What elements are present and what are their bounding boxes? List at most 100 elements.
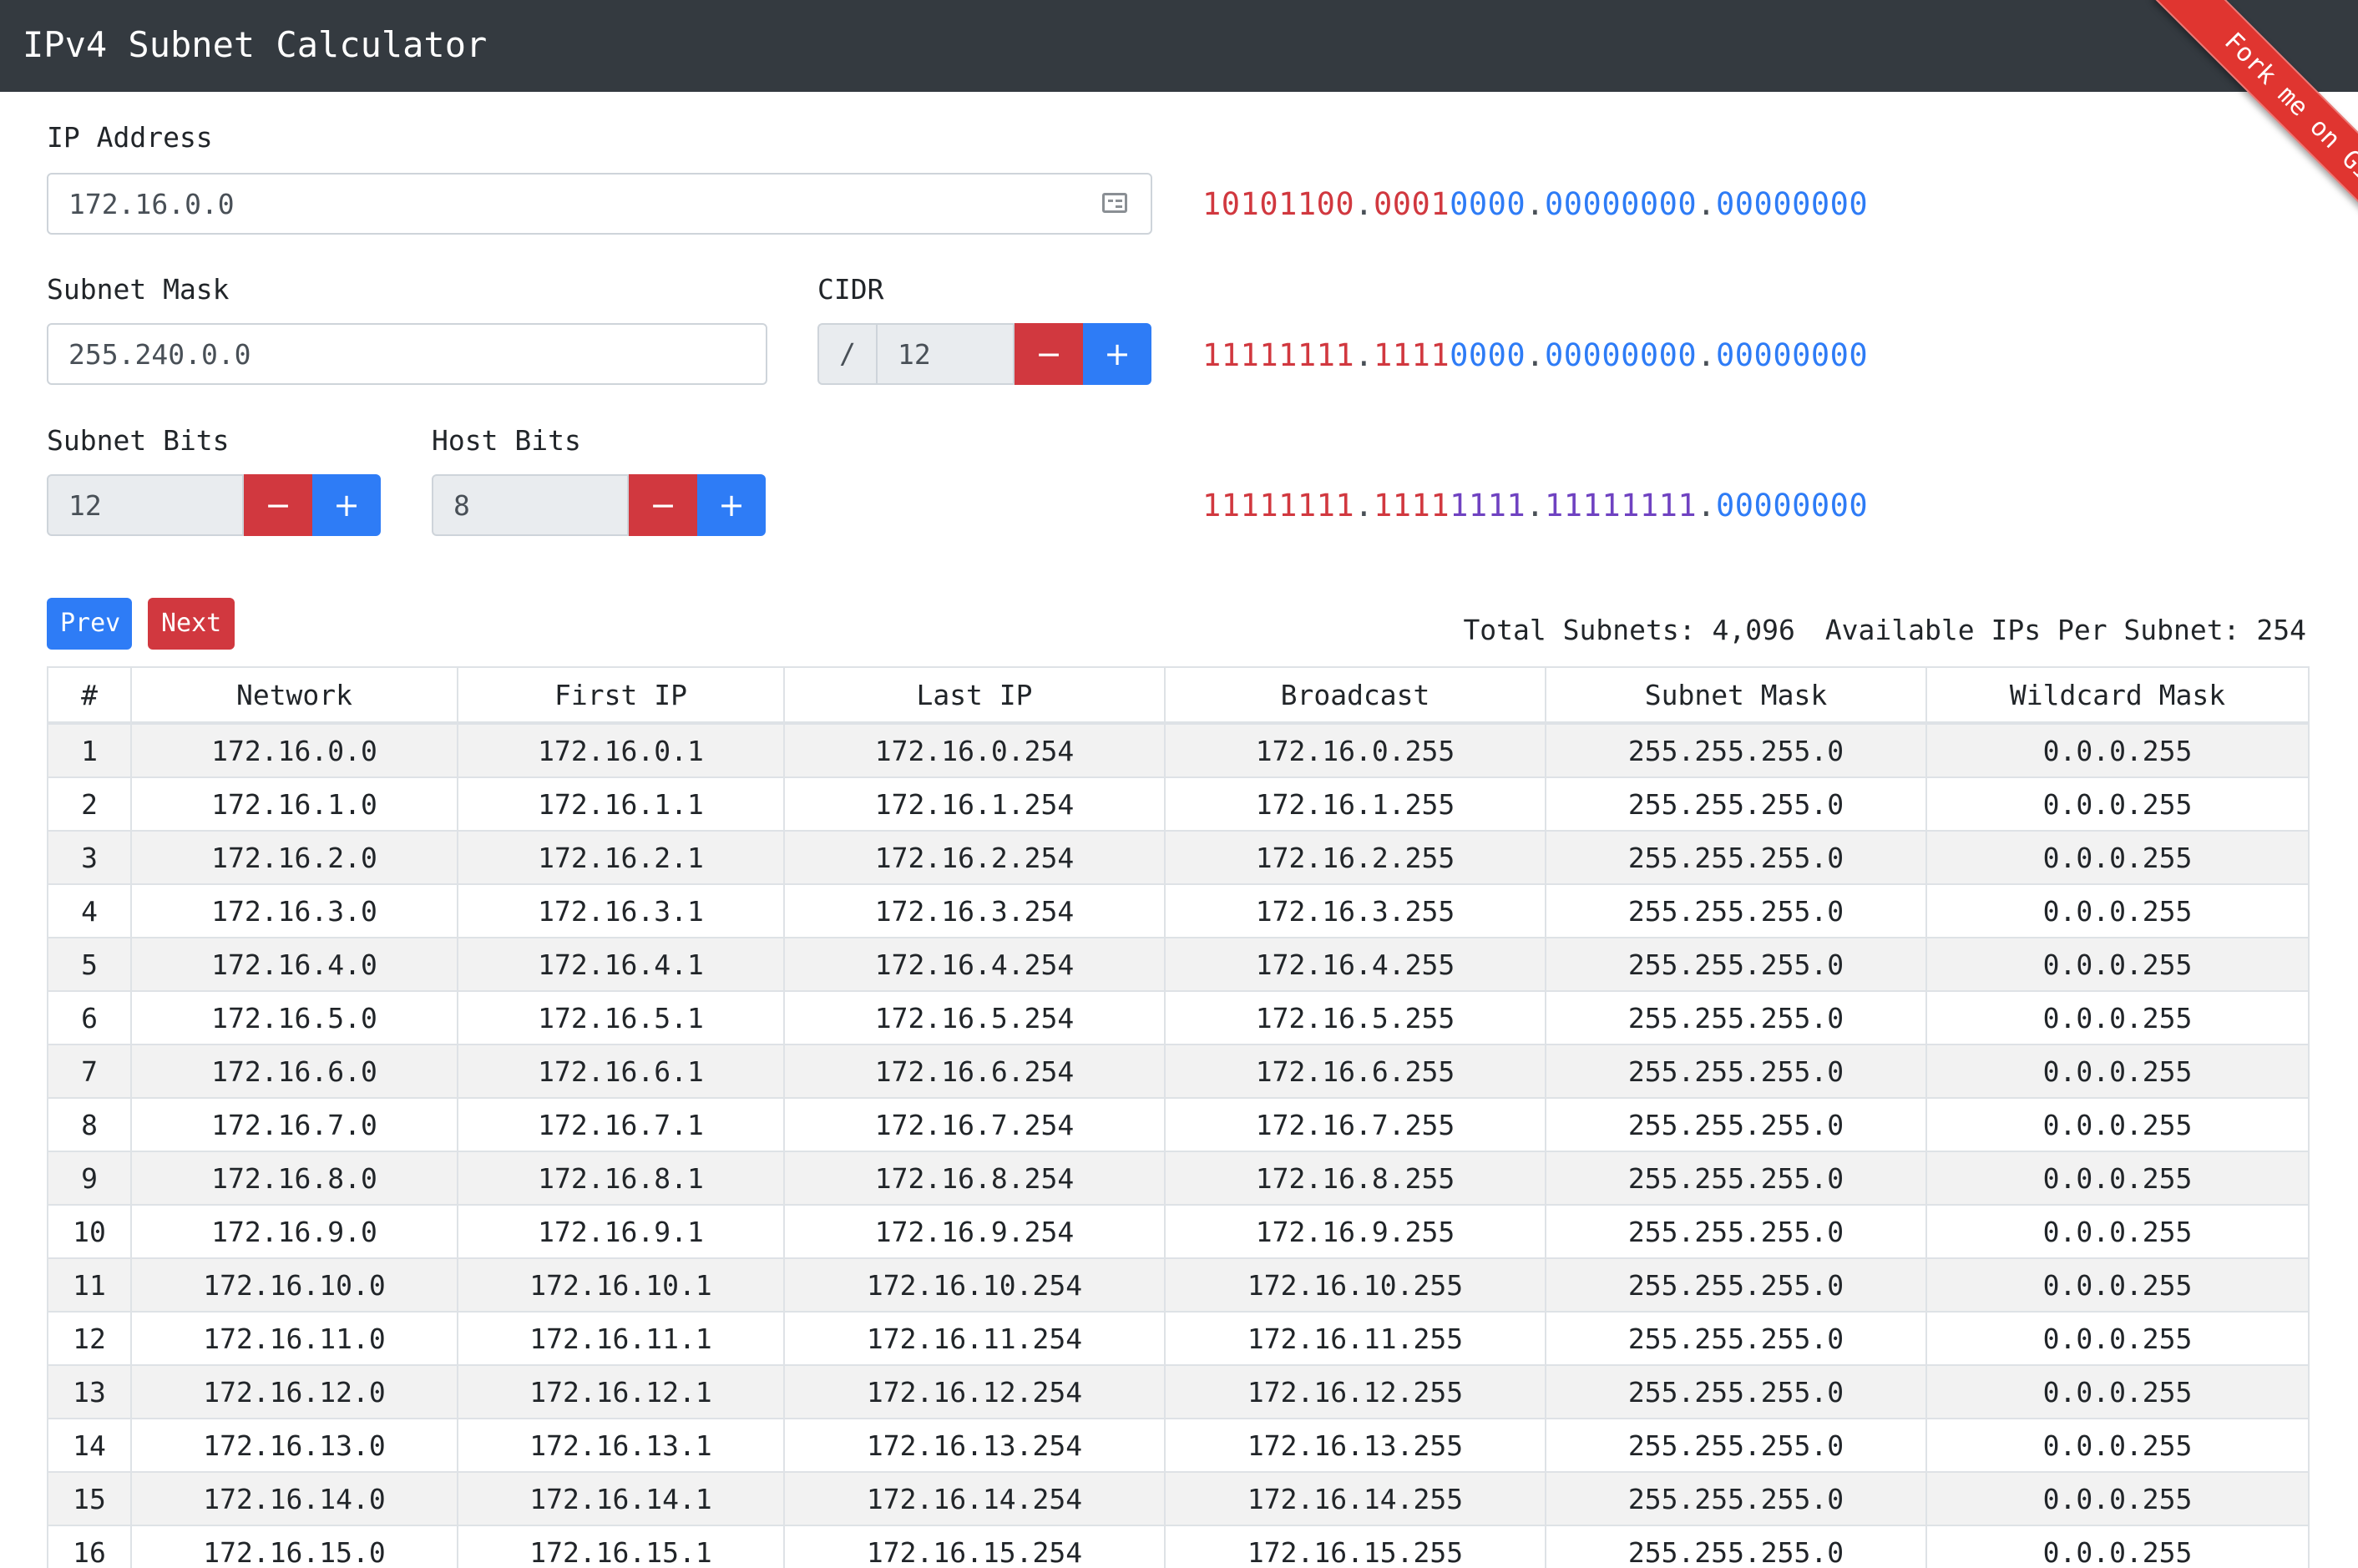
cell-last-ip: 172.16.12.254 xyxy=(783,1364,1166,1419)
cell-first-ip: 172.16.11.1 xyxy=(457,1311,785,1366)
cell-subnet-mask: 255.255.255.0 xyxy=(1545,990,1927,1045)
cell-wildcard-mask: 0.0.0.255 xyxy=(1925,1257,2310,1313)
cidr-label: CIDR xyxy=(817,273,884,306)
cell-broadcast: 172.16.11.255 xyxy=(1164,1311,1546,1366)
cell-first-ip: 172.16.13.1 xyxy=(457,1418,785,1473)
cell-index: 8 xyxy=(47,1097,132,1152)
prev-button[interactable]: Prev xyxy=(47,598,132,650)
cell-index: 7 xyxy=(47,1044,132,1099)
ip-address-input[interactable] xyxy=(47,173,1152,235)
table-row: 12 172.16.11.0 172.16.11.1 172.16.11.254 172… xyxy=(47,1311,2310,1366)
cell-first-ip: 172.16.3.1 xyxy=(457,883,785,938)
cell-subnet-mask: 255.255.255.0 xyxy=(1545,1151,1927,1206)
cidr-decrement-button[interactable]: − xyxy=(1015,323,1083,385)
subnet-bits-increment-button[interactable]: + xyxy=(312,474,381,536)
github-ribbon-container: Fork me on GitHub! xyxy=(2074,0,2358,284)
host-bits-increment-button[interactable]: + xyxy=(697,474,766,536)
column-header-subnet-mask: Subnet Mask xyxy=(1545,666,1927,725)
cell-last-ip: 172.16.3.254 xyxy=(783,883,1166,938)
subnet-host-binary: 11111111.11111111.11111111.00000000 xyxy=(1202,487,1868,525)
cell-wildcard-mask: 0.0.0.255 xyxy=(1925,990,2310,1045)
app-title[interactable]: IPv4 Subnet Calculator xyxy=(23,20,487,70)
host-bits-decrement-button[interactable]: − xyxy=(629,474,697,536)
ip-binary-segment: 00000000 xyxy=(1716,186,1869,222)
cell-first-ip: 172.16.9.1 xyxy=(457,1204,785,1259)
ip-binary-segment: 0000 xyxy=(1450,186,1526,222)
cell-network: 172.16.11.0 xyxy=(130,1311,458,1366)
cell-first-ip: 172.16.7.1 xyxy=(457,1097,785,1152)
cell-broadcast: 172.16.5.255 xyxy=(1164,990,1546,1045)
cell-index: 3 xyxy=(47,830,132,885)
cell-subnet-mask: 255.255.255.0 xyxy=(1545,1364,1927,1419)
ip-binary-segment: 0001 xyxy=(1374,186,1450,222)
cell-first-ip: 172.16.15.1 xyxy=(457,1525,785,1568)
cell-network: 172.16.4.0 xyxy=(130,937,458,992)
ip-binary-segment: 10101100 xyxy=(1202,186,1355,222)
cell-subnet-mask: 255.255.255.0 xyxy=(1545,1311,1927,1366)
cell-broadcast: 172.16.7.255 xyxy=(1164,1097,1546,1152)
cell-last-ip: 172.16.6.254 xyxy=(783,1044,1166,1099)
host-binary-segment: 1111 xyxy=(1450,488,1526,524)
cell-broadcast: 172.16.15.255 xyxy=(1164,1525,1546,1568)
fork-on-github-ribbon[interactable]: Fork me on GitHub! xyxy=(2153,0,2358,284)
cell-index: 2 xyxy=(47,776,132,832)
cell-broadcast: 172.16.1.255 xyxy=(1164,776,1546,832)
cell-subnet-mask: 255.255.255.0 xyxy=(1545,883,1927,938)
cell-index: 9 xyxy=(47,1151,132,1206)
id-card-icon xyxy=(1102,193,1127,213)
host-binary-segment: 1111 xyxy=(1374,488,1450,524)
table-header-row: # Network First IP Last IP Broadcast Sub… xyxy=(47,666,2310,725)
mask-binary-segment: . xyxy=(1526,337,1545,373)
cell-wildcard-mask: 0.0.0.255 xyxy=(1925,1097,2310,1152)
mask-binary-segment: 11111111 xyxy=(1202,337,1355,373)
cidr-prefix-slash: / xyxy=(817,323,876,385)
host-binary-segment: . xyxy=(1354,488,1374,524)
cell-last-ip: 172.16.10.254 xyxy=(783,1257,1166,1313)
navbar: IPv4 Subnet Calculator xyxy=(0,0,2358,92)
host-bits-label: Host Bits xyxy=(432,424,581,457)
cell-broadcast: 172.16.4.255 xyxy=(1164,937,1546,992)
host-binary-segment: 11111111 xyxy=(1202,488,1355,524)
subnet-mask-label: Subnet Mask xyxy=(47,273,230,306)
cell-first-ip: 172.16.6.1 xyxy=(457,1044,785,1099)
cell-wildcard-mask: 0.0.0.255 xyxy=(1925,776,2310,832)
mask-binary-segment: 00000000 xyxy=(1545,337,1698,373)
cell-first-ip: 172.16.14.1 xyxy=(457,1471,785,1526)
host-bits-input[interactable] xyxy=(432,474,629,536)
cell-broadcast: 172.16.3.255 xyxy=(1164,883,1546,938)
cell-index: 14 xyxy=(47,1418,132,1473)
cell-last-ip: 172.16.8.254 xyxy=(783,1151,1166,1206)
next-button[interactable]: Next xyxy=(148,598,235,650)
cell-last-ip: 172.16.1.254 xyxy=(783,776,1166,832)
cell-network: 172.16.1.0 xyxy=(130,776,458,832)
cidr-input[interactable] xyxy=(876,323,1015,385)
mask-binary-segment: 1111 xyxy=(1374,337,1450,373)
subnet-bits-input[interactable] xyxy=(47,474,244,536)
cell-network: 172.16.5.0 xyxy=(130,990,458,1045)
cell-first-ip: 172.16.1.1 xyxy=(457,776,785,832)
cell-last-ip: 172.16.4.254 xyxy=(783,937,1166,992)
cell-first-ip: 172.16.10.1 xyxy=(457,1257,785,1313)
total-subnets-value: 4,096 xyxy=(1712,614,1795,646)
cell-first-ip: 172.16.8.1 xyxy=(457,1151,785,1206)
cell-network: 172.16.15.0 xyxy=(130,1525,458,1568)
table-row: 4 172.16.3.0 172.16.3.1 172.16.3.254 172.16.… xyxy=(47,883,2310,938)
cell-index: 5 xyxy=(47,937,132,992)
host-binary-segment: 00000000 xyxy=(1716,488,1869,524)
cell-network: 172.16.7.0 xyxy=(130,1097,458,1152)
mask-binary-segment: 0000 xyxy=(1450,337,1526,373)
cell-network: 172.16.10.0 xyxy=(130,1257,458,1313)
cell-broadcast: 172.16.0.255 xyxy=(1164,722,1546,778)
host-binary-segment: . xyxy=(1697,488,1716,524)
subnet-mask-input[interactable] xyxy=(47,323,767,385)
host-binary-segment: . xyxy=(1526,488,1545,524)
cell-index: 4 xyxy=(47,883,132,938)
ip-binary-segment: . xyxy=(1697,186,1716,222)
table-row: 2 172.16.1.0 172.16.1.1 172.16.1.254 172.16.… xyxy=(47,776,2310,832)
table-row: 8 172.16.7.0 172.16.7.1 172.16.7.254 172.16.… xyxy=(47,1097,2310,1152)
subnet-bits-decrement-button[interactable]: − xyxy=(244,474,312,536)
cell-last-ip: 172.16.9.254 xyxy=(783,1204,1166,1259)
cidr-increment-button[interactable]: + xyxy=(1083,323,1151,385)
cell-subnet-mask: 255.255.255.0 xyxy=(1545,1471,1927,1526)
cell-index: 10 xyxy=(47,1204,132,1259)
